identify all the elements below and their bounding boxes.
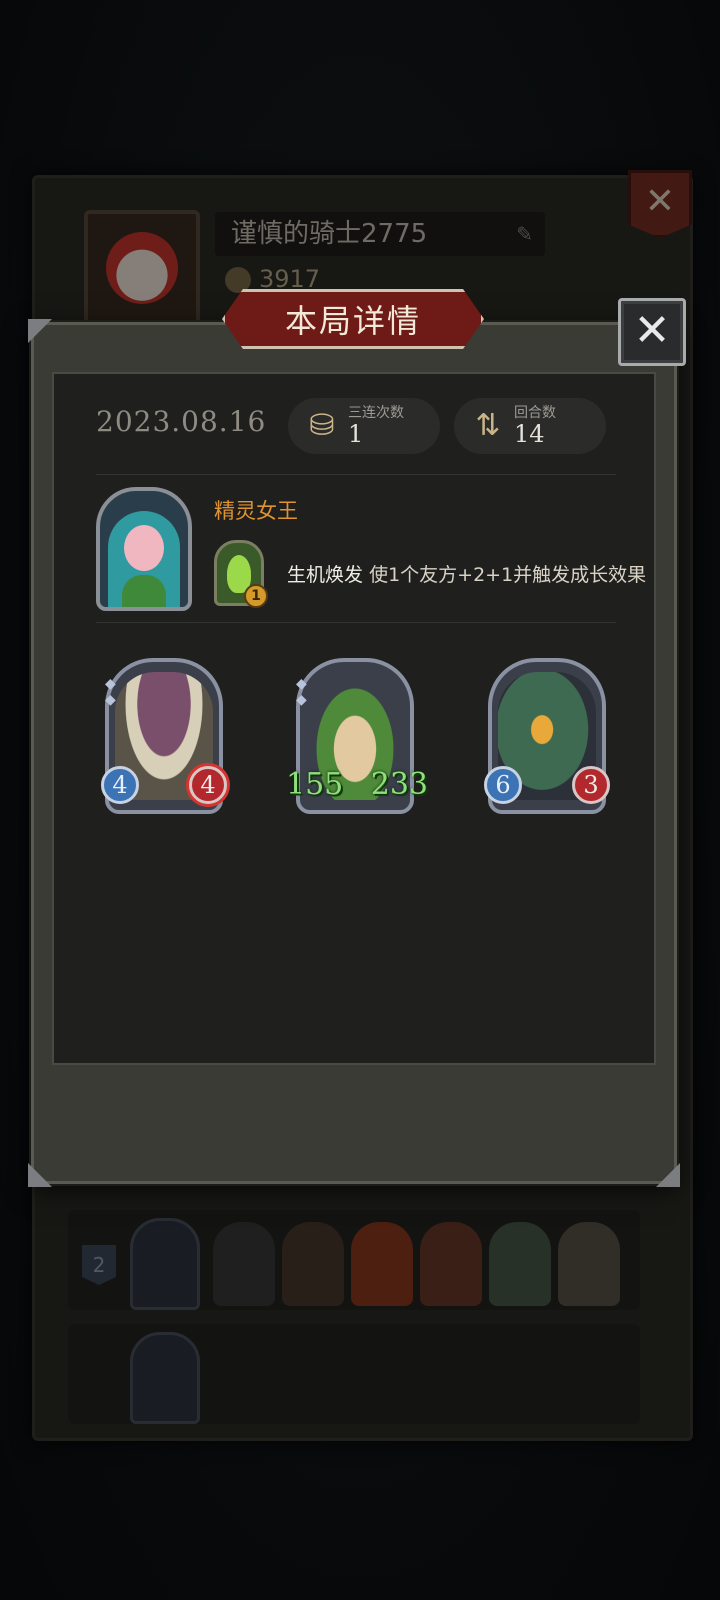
unit-card-parrot[interactable]: 6 3 bbox=[484, 658, 610, 814]
divider bbox=[96, 474, 616, 475]
triple-count-stat: ⛁ 三连次数 1 bbox=[288, 398, 440, 454]
stat-label: 三连次数 bbox=[348, 405, 404, 421]
stat-value: 1 bbox=[348, 420, 364, 448]
turns-icon: ⇅ bbox=[475, 408, 501, 443]
attack-stat: 155 bbox=[286, 767, 344, 802]
corner-ornament bbox=[656, 1163, 680, 1187]
stat-value: 14 bbox=[514, 420, 545, 448]
hero-name: 精灵女王 bbox=[214, 499, 298, 523]
modal-title-text: 本局详情 bbox=[284, 302, 421, 340]
corner-ornament bbox=[28, 1163, 52, 1187]
health-stat: 4 bbox=[189, 766, 227, 804]
attack-stat: 6 bbox=[484, 766, 522, 804]
hero-portrait[interactable] bbox=[96, 487, 192, 611]
divider bbox=[96, 622, 616, 623]
skill-name: 生机焕发 bbox=[287, 564, 364, 586]
star-diamonds: ◆ ◆ bbox=[296, 676, 307, 708]
hero-face bbox=[124, 525, 164, 571]
unit-card-mushroom[interactable]: ◆ ◆ 4 4 bbox=[101, 658, 227, 814]
hero-dress bbox=[122, 575, 166, 607]
skill-description: 生机焕发 使1个友方+2+1并触发成长效果 bbox=[287, 560, 646, 587]
match-date: 2023.08.16 bbox=[96, 405, 267, 438]
stat-label: 回合数 bbox=[514, 405, 556, 421]
triple-merge-icon: ⛁ bbox=[309, 408, 335, 443]
turn-count-stat: ⇅ 回合数 14 bbox=[454, 398, 606, 454]
star-diamonds: ◆ ◆ bbox=[105, 676, 116, 708]
skill-level-badge: 1 bbox=[244, 584, 268, 608]
skill-effect: 使1个友方+2+1并触发成长效果 bbox=[369, 564, 647, 586]
close-button[interactable]: ✕ bbox=[618, 298, 686, 366]
health-stat: 233 bbox=[370, 767, 428, 802]
modal-title: 本局详情 bbox=[222, 289, 484, 349]
corner-ornament bbox=[28, 319, 52, 343]
attack-stat: 4 bbox=[101, 766, 139, 804]
unit-card-sprout[interactable]: ◆ ◆ 155 233 bbox=[286, 658, 428, 814]
health-stat: 3 bbox=[572, 766, 610, 804]
